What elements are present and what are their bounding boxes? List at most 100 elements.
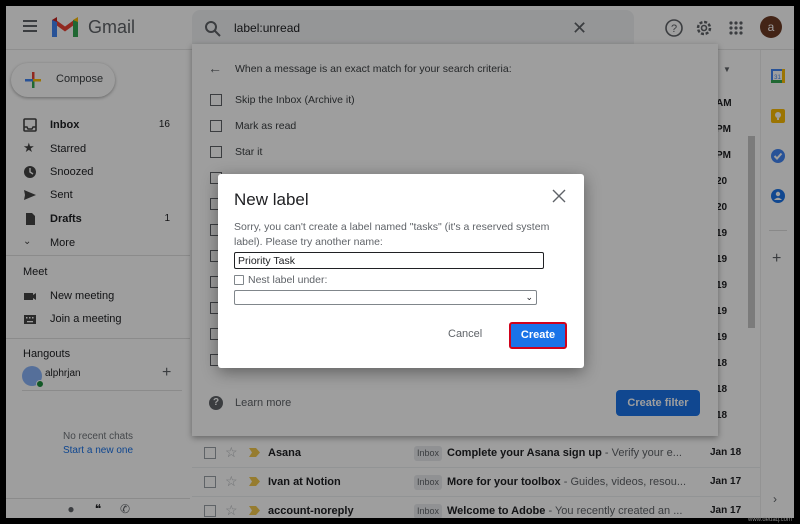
learn-more-link[interactable]: Learn more [235,397,291,409]
message-date: Jan 18 [710,447,742,458]
sender-name: account-noreply [268,505,354,517]
message-row[interactable]: ☆ Asana Inbox Complete your Asana sign u… [192,439,760,468]
calendar-icon[interactable]: 31 [770,68,786,84]
join-meeting-label: Join a meeting [50,313,122,325]
tasks-icon[interactable] [770,148,786,164]
apps-grid-icon[interactable] [726,18,746,38]
compose-button[interactable]: Compose [11,63,115,97]
sidebar-item-label: Starred [50,143,87,155]
sort-dropdown-caret[interactable]: ▼ [723,65,731,74]
chevron-down-icon: ⌄ [525,292,533,302]
create-button[interactable]: Create [509,322,567,349]
clear-search-icon[interactable]: ✕ [572,18,587,39]
list-scrollbar[interactable] [748,136,755,328]
sidebar-divider [6,338,190,339]
hangouts-section-title: Hangouts [23,348,71,360]
message-subject: More for your toolbox - Guides, videos, … [447,476,687,488]
filter-option-checkbox[interactable] [210,120,222,132]
sidebar-item-label: Inbox [50,119,80,131]
show-side-panel-chevron-icon[interactable]: › [773,492,777,506]
sidebar: Compose Inbox 16 ★ Starred Snoozed Sent … [6,50,190,518]
star-toggle-icon[interactable]: ☆ [225,473,238,490]
sender-name: Asana [268,447,302,459]
compose-label: Compose [56,73,104,85]
nest-label-text: Nest label under: [248,274,328,286]
importance-marker-icon[interactable] [249,448,260,457]
search-bar[interactable]: label:unread ✕ [192,10,634,48]
message-subject: Welcome to Adobe - You recently created … [447,505,683,517]
unread-count: 16 [158,119,170,130]
sidebar-item-inbox[interactable]: Inbox 16 [6,114,186,137]
close-icon[interactable] [551,188,567,204]
clock-icon [24,166,36,178]
search-icon[interactable] [204,20,222,38]
new-meeting-label: New meeting [50,290,115,302]
message-row[interactable]: ☆ account-noreply Inbox Welcome to Adobe… [192,497,760,518]
svg-text:31: 31 [774,75,781,81]
message-date-partial: PM [716,124,731,135]
star-toggle-icon[interactable]: ☆ [225,502,238,518]
svg-text:?: ? [671,23,677,35]
sidebar-item-sent[interactable]: Sent [6,184,186,207]
star-toggle-icon[interactable]: ☆ [225,444,238,461]
message-date-partial: AM [716,98,732,109]
sidebar-item-drafts[interactable]: Drafts 1 [6,208,186,231]
nest-label-checkbox[interactable] [234,275,244,285]
join-meeting-item[interactable]: Join a meeting [6,308,186,331]
contacts-icon[interactable] [770,188,786,204]
filter-option-checkbox[interactable] [210,94,222,106]
row-checkbox[interactable] [204,476,216,488]
label-name-input[interactable] [234,252,544,269]
message-row[interactable]: ☆ Ivan at Notion Inbox More for your too… [192,468,760,497]
video-camera-icon [24,293,36,300]
row-checkbox[interactable] [204,505,216,517]
importance-marker-icon[interactable] [249,506,260,515]
account-avatar[interactable]: a [760,16,782,38]
row-checkbox[interactable] [204,447,216,459]
filter-criteria-title: When a message is an exact match for you… [235,63,512,75]
message-snippet: - Guides, videos, resou... [560,476,687,488]
filter-option-label: Star it [235,146,263,158]
filter-option-checkbox[interactable] [210,146,222,158]
sidebar-item-label: Drafts [50,213,82,225]
dialog-title: New label [234,190,309,209]
online-status-dot [36,380,44,388]
help-circle-icon[interactable]: ? [209,396,223,410]
filter-option-label: Skip the Inbox (Archive it) [235,94,355,106]
watermark: www.deuaq.com [748,517,793,523]
chevron-down-icon: ⌄ [23,236,32,247]
message-subject: Complete your Asana sign up - Verify you… [447,447,682,459]
create-filter-button[interactable]: Create filter [616,390,700,416]
new-chat-plus-icon[interactable]: + [162,364,171,382]
sidebar-divider [6,255,190,256]
sidebar-item-starred[interactable]: ★ Starred [6,138,186,161]
gmail-logo-icon[interactable] [52,17,78,37]
settings-gear-icon[interactable] [694,18,714,38]
importance-marker-icon[interactable] [249,477,260,486]
main-menu-icon[interactable] [23,20,37,32]
help-icon[interactable]: ? [664,18,684,38]
sidebar-item-label: More [50,237,76,249]
message-date: Jan 17 [710,476,742,487]
sidebar-item-more[interactable]: ⌄ More [6,232,186,255]
draft-count: 1 [164,213,170,224]
inbox-badge: Inbox [414,475,443,490]
phone-icon[interactable]: ✆ [118,502,132,516]
contacts-person-icon[interactable]: ● [64,502,78,516]
sidebar-item-snoozed[interactable]: Snoozed [6,161,186,184]
keep-icon[interactable] [770,108,786,124]
start-new-chat-link[interactable]: Start a new one [6,445,190,456]
hangouts-user-avatar[interactable] [22,366,44,388]
gmail-wordmark: Gmail [88,17,136,37]
rail-divider [769,230,787,231]
draft-icon [26,213,35,225]
new-meeting-item[interactable]: New meeting [6,285,186,308]
get-addons-plus-icon[interactable]: + [772,250,781,268]
hangouts-chat-icon[interactable]: ❝ [91,502,105,516]
back-arrow-icon[interactable]: ← [208,60,222,76]
hangouts-user-name[interactable]: alphrjan [45,368,81,379]
filter-option-label: Mark as read [235,120,297,132]
cancel-button[interactable]: Cancel [448,328,482,340]
search-input[interactable]: label:unread [234,21,300,35]
parent-label-select[interactable]: ⌄ [234,290,537,305]
